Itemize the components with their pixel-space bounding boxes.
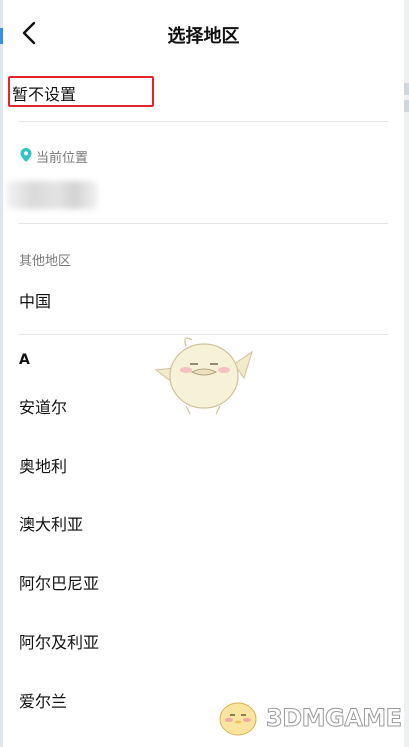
header-bar: 选择地区 <box>3 0 404 64</box>
right-edge-mark <box>404 83 409 95</box>
left-edge-strip <box>0 0 3 747</box>
divider <box>18 121 388 122</box>
right-edge-strip <box>404 0 409 747</box>
mascot-watermark <box>154 337 253 415</box>
watermark-text: 3DMGAME <box>266 704 403 733</box>
unset-option[interactable]: 暂不设置 <box>12 81 76 105</box>
other-regions-label: 其他地区 <box>19 254 72 269</box>
country-item[interactable]: 阿尔及利亚 <box>19 629 99 653</box>
country-item[interactable]: 奥地利 <box>19 453 67 477</box>
country-item[interactable]: 阿尔巴尼亚 <box>19 570 99 594</box>
page-title: 选择地区 <box>167 26 240 47</box>
region-item-china[interactable]: 中国 <box>19 288 51 312</box>
letter-header: A <box>19 352 30 368</box>
location-pin-icon <box>20 148 32 162</box>
country-item[interactable]: 爱尔兰 <box>19 688 67 712</box>
divider <box>18 223 388 224</box>
country-item[interactable]: 澳大利亚 <box>19 511 83 535</box>
watermark-mascot <box>219 702 257 736</box>
current-location-label: 当前位置 <box>36 151 89 166</box>
country-item[interactable]: 安道尔 <box>19 394 67 418</box>
blurred-location <box>6 181 98 209</box>
right-edge-mark <box>404 100 409 112</box>
